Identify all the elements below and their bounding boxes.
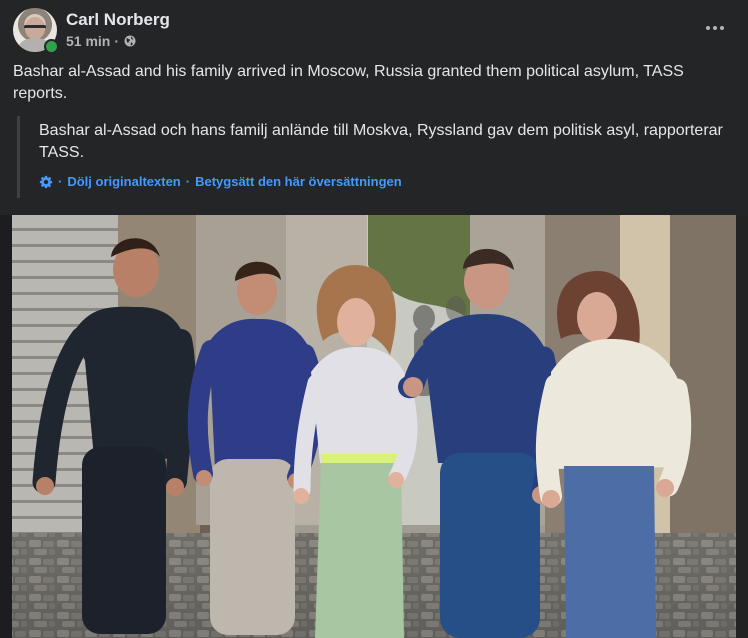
feed-post: Carl Norberg 51 min · Bashar al-Assad an… xyxy=(0,0,748,638)
rate-translation-link[interactable]: Betygsätt den här översättningen xyxy=(195,174,402,189)
avatar-glasses xyxy=(24,25,46,33)
translation-separator: · xyxy=(58,174,63,189)
post-time[interactable]: 51 min xyxy=(66,33,110,49)
more-options-button[interactable] xyxy=(697,14,733,42)
post-photo[interactable] xyxy=(0,215,748,638)
more-options-dot xyxy=(706,26,710,30)
family-street-photo xyxy=(0,215,748,638)
meta-separator: · xyxy=(114,33,120,49)
translation-separator: · xyxy=(185,174,191,189)
more-options-dot xyxy=(720,26,724,30)
gear-icon[interactable] xyxy=(39,175,53,189)
post-text: Bashar al-Assad and his family arrived i… xyxy=(13,63,684,102)
translation-block: Bashar al-Assad och hans familj anlände … xyxy=(17,116,734,198)
hide-original-link[interactable]: Dölj originaltexten xyxy=(67,174,180,189)
online-status-icon xyxy=(44,39,59,54)
post-header: Carl Norberg 51 min · xyxy=(13,8,735,54)
post-meta: 51 min · xyxy=(66,33,136,49)
more-options-dot xyxy=(713,26,717,30)
original-text: Bashar al-Assad och hans familj anlände … xyxy=(39,122,723,161)
globe-icon[interactable] xyxy=(124,35,136,47)
translation-actions: · Dölj originaltexten · Betygsätt den hä… xyxy=(39,174,402,189)
author-name[interactable]: Carl Norberg xyxy=(66,10,170,30)
